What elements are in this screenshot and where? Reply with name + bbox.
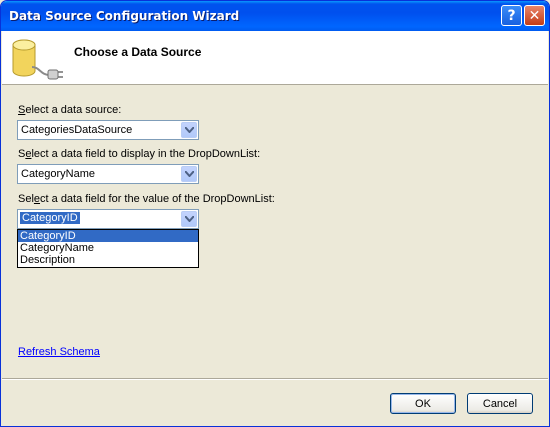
value-field-value: CategoryID <box>19 211 81 225</box>
refresh-schema-link[interactable]: Refresh Schema <box>18 346 100 358</box>
chevron-down-icon[interactable] <box>181 211 197 227</box>
display-field-value: CategoryName <box>21 168 95 180</box>
display-field-label: Select a data field to display in the Dr… <box>18 148 261 160</box>
ok-button[interactable]: OK <box>390 393 456 414</box>
chevron-down-icon[interactable] <box>181 166 197 182</box>
title-bar[interactable]: Data Source Configuration Wizard ? ✕ <box>1 1 549 31</box>
data-source-combo[interactable]: CategoriesDataSource <box>17 120 199 140</box>
page-heading: Choose a Data Source <box>74 45 202 59</box>
database-icon <box>12 39 63 80</box>
value-field-combo[interactable]: CategoryID <box>17 209 199 229</box>
wizard-header: Choose a Data Source <box>2 31 548 85</box>
dropdown-option-description[interactable]: Description <box>18 254 198 266</box>
wizard-window: Data Source Configuration Wizard ? ✕ Cho… <box>0 0 550 427</box>
value-field-dropdown-list: CategoryID CategoryName Description <box>17 229 199 268</box>
data-source-label: Select a data source: <box>18 104 122 116</box>
help-button[interactable]: ? <box>501 5 522 26</box>
window-title: Data Source Configuration Wizard <box>9 9 240 23</box>
close-button[interactable]: ✕ <box>524 5 545 26</box>
dropdown-option-categoryname[interactable]: CategoryName <box>18 242 198 254</box>
cancel-button[interactable]: Cancel <box>467 393 533 414</box>
value-field-label: Select a data field for the value of the… <box>18 193 275 205</box>
data-source-value: CategoriesDataSource <box>21 124 133 136</box>
dropdown-option-categoryid[interactable]: CategoryID <box>18 230 198 242</box>
display-field-combo[interactable]: CategoryName <box>17 164 199 184</box>
footer-divider <box>2 378 548 380</box>
chevron-down-icon[interactable] <box>181 122 197 138</box>
